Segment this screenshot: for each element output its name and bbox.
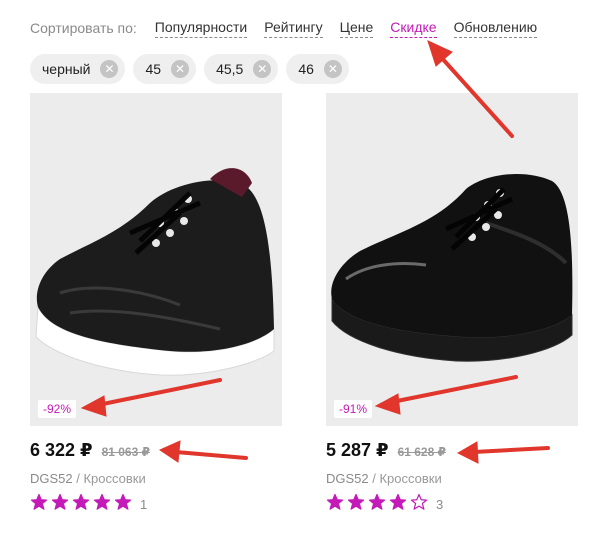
- discount-badge: -92%: [38, 400, 77, 418]
- brand-separator: /: [72, 471, 84, 486]
- close-icon[interactable]: ✕: [253, 60, 272, 78]
- stars-container: [30, 493, 135, 516]
- rating: 1: [30, 493, 282, 516]
- price-row: 5 287 ₽ 61 628 ₽: [326, 440, 578, 462]
- brand-separator: /: [368, 471, 380, 486]
- sneaker-image: [35, 168, 275, 376]
- close-icon[interactable]: ✕: [171, 60, 190, 78]
- filter-chip-label: 45,5: [216, 61, 244, 77]
- brand-name[interactable]: DGS52: [326, 471, 369, 486]
- discount-badge: -91%: [334, 400, 373, 418]
- current-price: 5 287 ₽: [326, 440, 389, 460]
- arrowhead: [427, 40, 453, 67]
- sneaker-image: [331, 174, 573, 362]
- filter-chip-color[interactable]: черный ✕: [30, 54, 126, 84]
- product-card[interactable]: -92% 6 322 ₽ 81 063 ₽ DGS52 / Кроссовки …: [30, 93, 282, 516]
- product-image[interactable]: -91%: [326, 93, 578, 426]
- product-card[interactable]: -91% 5 287 ₽ 61 628 ₽ DGS52 / Кроссовки …: [326, 93, 578, 516]
- brand-name[interactable]: DGS52: [30, 471, 73, 486]
- star-filled-icon: [114, 493, 132, 510]
- old-price: 61 628 ₽: [397, 445, 446, 459]
- sort-option-popularity[interactable]: Популярности: [154, 19, 248, 38]
- brand-category: DGS52 / Кроссовки: [30, 471, 282, 486]
- active-filters: черный ✕ 45 ✕ 45,5 ✕ 46 ✕: [30, 54, 357, 84]
- star-filled-icon: [72, 493, 90, 510]
- filter-chip-label: 46: [298, 61, 314, 77]
- star-filled-icon: [389, 493, 407, 510]
- star-empty-icon: [410, 493, 428, 510]
- sort-option-price[interactable]: Цене: [339, 19, 374, 38]
- category-name: Кроссовки: [379, 471, 442, 486]
- sort-bar: Сортировать по: Популярности Рейтингу Це…: [30, 17, 554, 39]
- brand-category: DGS52 / Кроссовки: [326, 471, 578, 486]
- filter-chip-label: 45: [145, 61, 162, 77]
- rating: 3: [326, 493, 578, 516]
- filter-chip-label: черный: [42, 61, 91, 77]
- review-count[interactable]: 3: [436, 497, 443, 512]
- sort-option-update[interactable]: Обновлению: [453, 19, 538, 38]
- sort-option-rating[interactable]: Рейтингу: [264, 19, 323, 38]
- review-count[interactable]: 1: [140, 497, 147, 512]
- filter-chip-size[interactable]: 45,5 ✕: [204, 54, 279, 84]
- star-filled-icon: [30, 493, 48, 510]
- filter-chip-size[interactable]: 45 ✕: [133, 54, 197, 84]
- price-row: 6 322 ₽ 81 063 ₽: [30, 440, 282, 462]
- old-price: 81 063 ₽: [101, 445, 150, 459]
- sort-caption: Сортировать по:: [30, 20, 137, 36]
- stars-container: [326, 493, 431, 516]
- product-image[interactable]: -92%: [30, 93, 282, 426]
- star-filled-icon: [347, 493, 365, 510]
- current-price: 6 322 ₽: [30, 440, 93, 460]
- star-filled-icon: [368, 493, 386, 510]
- star-filled-icon: [326, 493, 344, 510]
- category-name: Кроссовки: [83, 471, 146, 486]
- sort-option-discount[interactable]: Скидке: [390, 19, 437, 38]
- filter-chip-size[interactable]: 46 ✕: [286, 54, 349, 84]
- star-filled-icon: [51, 493, 69, 510]
- close-icon[interactable]: ✕: [100, 60, 119, 78]
- star-filled-icon: [93, 493, 111, 510]
- close-icon[interactable]: ✕: [323, 60, 342, 78]
